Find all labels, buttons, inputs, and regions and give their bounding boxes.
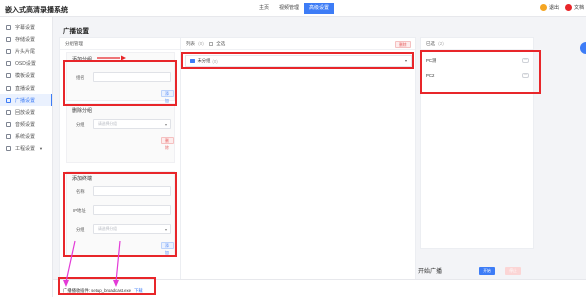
sidebar-item-label: OSD设置 xyxy=(15,61,36,68)
storage-icon xyxy=(6,36,11,42)
sidebar-item-intro-outro[interactable]: 片头片尾 xyxy=(0,45,52,57)
annotation-box-group-row xyxy=(181,52,414,69)
selected-title: 已选 xyxy=(426,41,435,46)
delete-group-button[interactable]: 删除 xyxy=(161,137,174,150)
select-all-label: 全选 xyxy=(216,41,226,46)
sidebar-item-template[interactable]: 模板设置 xyxy=(0,70,52,82)
delete-group-placeholder: 请选择分组 xyxy=(98,122,117,126)
sidebar-item-storage[interactable]: 存储设置 xyxy=(0,33,52,45)
logout-icon xyxy=(539,4,547,11)
sidebar-item-osd[interactable]: OSD设置 xyxy=(0,58,52,70)
annotation-box-selected-list xyxy=(420,50,541,94)
sidebar-item-label: 广播设置 xyxy=(15,97,36,104)
delete-group-select[interactable]: 请选择分组 ▾ xyxy=(93,119,171,129)
sidebar-item-label: 工程设置 xyxy=(15,146,36,153)
broadcast-icon xyxy=(6,97,11,103)
sidebar-item-engineering[interactable]: 工程设置 ▼ xyxy=(0,143,52,155)
sidebar-item-label: 存储设置 xyxy=(15,36,36,43)
list-title: 列表 xyxy=(186,41,195,46)
sidebar-item-broadcast[interactable]: 广播设置 xyxy=(0,94,52,107)
sidebar-item-label: 音频设置 xyxy=(15,122,36,129)
live-icon xyxy=(6,85,11,91)
sidebar-item-live[interactable]: 直播设置 xyxy=(0,82,52,94)
group-management-title: 分组管理 xyxy=(60,38,181,50)
delete-group-title: 删除分组 xyxy=(72,108,93,114)
sidebar-item-label: 系统设置 xyxy=(15,134,36,141)
nav-home[interactable]: 主页 xyxy=(254,3,274,14)
annotation-box-add-terminal xyxy=(63,172,177,257)
nav-video-management[interactable]: 视频管理 xyxy=(274,3,304,14)
engineering-icon xyxy=(6,146,11,152)
osd-icon xyxy=(6,61,11,67)
chevron-down-icon: ▾ xyxy=(164,122,167,127)
docs-icon xyxy=(564,4,572,11)
list-count: (0) xyxy=(198,41,204,46)
chevron-down-icon: ▼ xyxy=(39,146,43,152)
template-icon xyxy=(6,73,11,79)
film-icon xyxy=(6,48,11,54)
app-title: 嵌入式高清录播系统 xyxy=(5,7,68,14)
stop-broadcast-button[interactable]: 停止 xyxy=(505,267,521,275)
nav-advanced-settings[interactable]: 高级设置 xyxy=(304,3,335,14)
logout-label: 退出 xyxy=(548,5,559,11)
sidebar-item-label: 字幕设置 xyxy=(15,24,36,31)
terminal-list-card: 列表 (0) 全选 删除 未分组 (0) ▾ xyxy=(180,37,416,282)
top-right-actions: 退出 文档 xyxy=(534,4,584,11)
sidebar-item-subtitle[interactable]: 字幕设置 xyxy=(0,21,52,33)
sidebar-item-label: 模板设置 xyxy=(15,73,36,80)
delete-selected-button[interactable]: 删除 xyxy=(395,41,411,48)
terminal-list-header: 列表 (0) 全选 xyxy=(181,38,415,50)
start-broadcast-button[interactable]: 开始 xyxy=(479,267,495,275)
top-bar: 嵌入式高清录播系统 主页 视频管理 高级设置 退出 文档 xyxy=(0,0,586,17)
selected-count: (2) xyxy=(438,41,444,46)
delete-group-panel: 删除分组 分组 请选择分组 ▾ 删除 xyxy=(66,103,175,163)
floating-help-icon[interactable] xyxy=(580,42,586,54)
docs-button[interactable]: 文档 xyxy=(564,4,584,11)
sidebar: 字幕设置 存储设置 片头片尾 OSD设置 模板设置 直播设置 广播设置 回放设置… xyxy=(0,17,53,297)
annotation-box-plugin xyxy=(58,277,156,295)
sidebar-item-label: 回放设置 xyxy=(15,109,36,116)
system-icon xyxy=(6,134,11,140)
replay-icon xyxy=(6,109,11,115)
sidebar-item-label: 直播设置 xyxy=(15,85,36,92)
sidebar-item-system[interactable]: 系统设置 xyxy=(0,131,52,143)
annotation-box-add-group xyxy=(63,60,177,106)
select-all-checkbox[interactable] xyxy=(209,41,214,46)
delete-group-label: 分组 xyxy=(76,122,85,127)
audio-icon xyxy=(6,122,11,128)
page-title: 广播设置 xyxy=(63,28,89,35)
sidebar-item-replay[interactable]: 回放设置 xyxy=(0,106,52,118)
logout-button[interactable]: 退出 xyxy=(539,4,559,11)
top-nav: 主页 视频管理 高级设置 xyxy=(254,3,335,14)
sidebar-item-label: 片头片尾 xyxy=(15,48,36,55)
start-broadcast-label: 开始广播 xyxy=(418,269,443,275)
selected-header: 已选 (2) xyxy=(421,38,533,50)
docs-label: 文档 xyxy=(573,5,584,11)
sidebar-item-audio[interactable]: 音频设置 xyxy=(0,119,52,131)
subtitle-icon xyxy=(6,24,11,30)
